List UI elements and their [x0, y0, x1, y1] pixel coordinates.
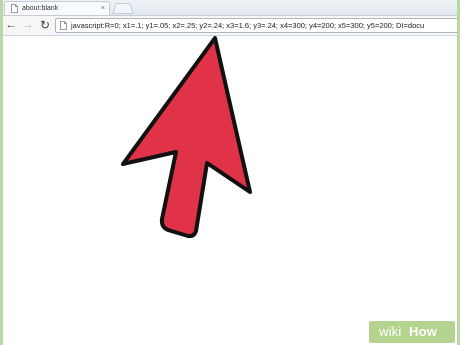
navigation-toolbar: ← → ↻ javascript:R=0; x1=.1; y1=.05; x2=…: [3, 16, 457, 36]
watermark-how: How: [409, 324, 438, 339]
address-bar[interactable]: javascript:R=0; x1=.1; y1=.05; x2=.25; y…: [55, 18, 457, 33]
watermark-wiki: wiki: [379, 324, 402, 339]
forward-button[interactable]: →: [22, 18, 34, 32]
reload-button[interactable]: ↻: [39, 18, 51, 32]
tab-strip: about:blank ×: [3, 0, 457, 16]
tab-about-blank[interactable]: about:blank ×: [4, 1, 110, 15]
browser-window: about:blank × ← → ↻ javascript:R=0; x1=.…: [3, 0, 457, 345]
tab-close-icon[interactable]: ×: [101, 3, 105, 14]
cursor-arrow-shape: [121, 36, 252, 239]
wikihow-watermark: wiki How: [369, 321, 455, 343]
document-icon: [11, 4, 18, 13]
page-content: [3, 36, 457, 345]
new-tab-icon[interactable]: [111, 3, 135, 14]
tab-title: about:blank: [22, 5, 59, 12]
address-text: javascript:R=0; x1=.1; y1=.05; x2=.25; y…: [71, 21, 425, 30]
page-icon: [60, 21, 67, 30]
back-button[interactable]: ←: [5, 18, 17, 32]
mouse-cursor-illustration: [121, 36, 252, 239]
